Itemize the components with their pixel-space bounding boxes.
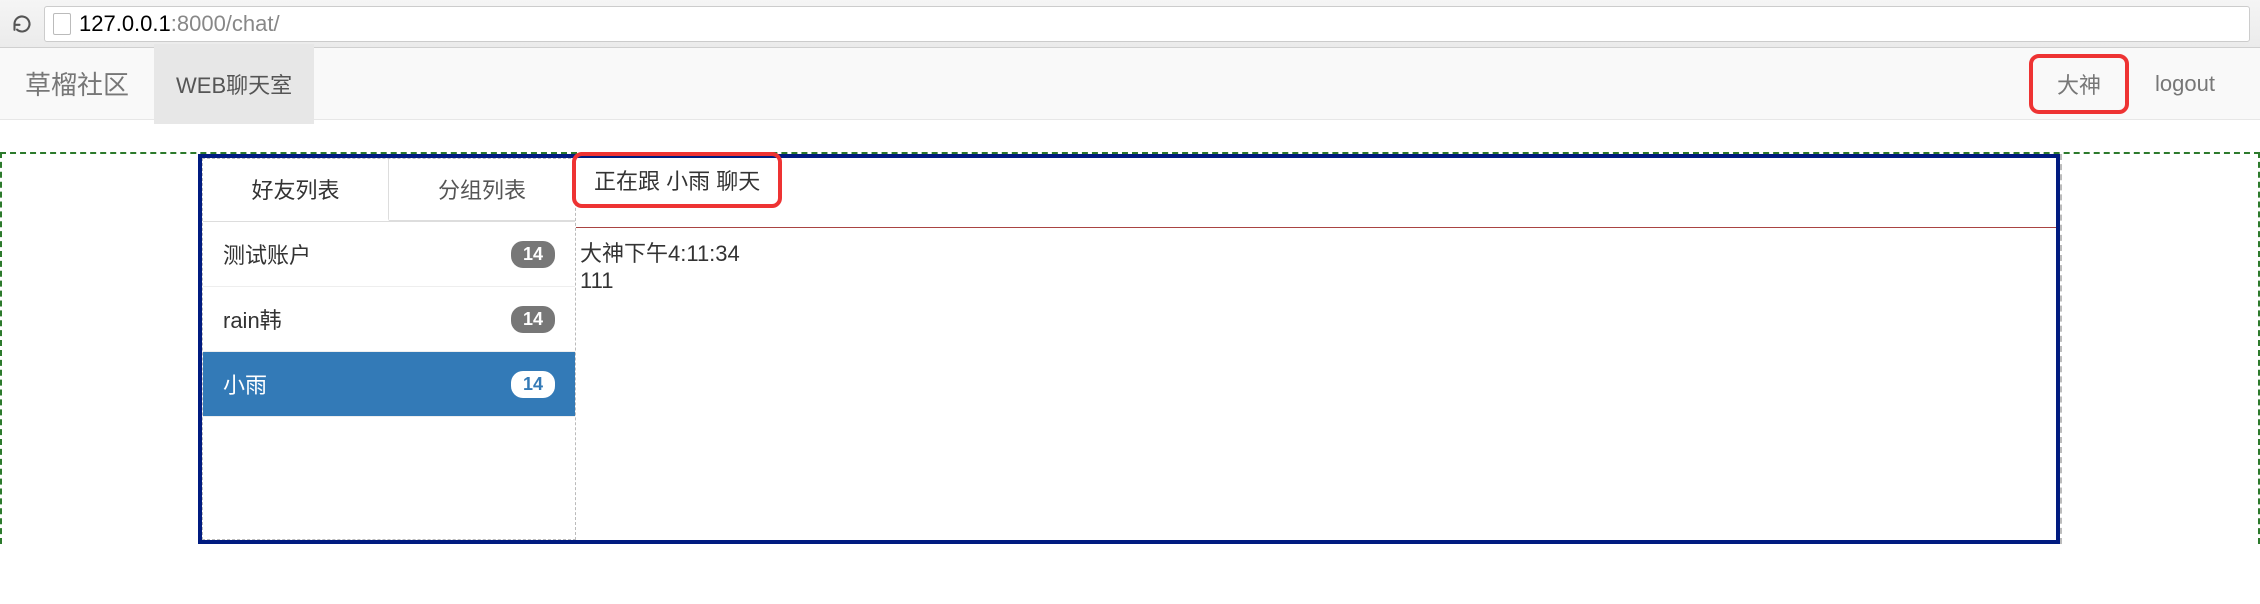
message-text: 111 [580, 268, 2052, 294]
friend-badge: 14 [511, 241, 555, 268]
friend-badge: 14 [511, 371, 555, 398]
divider [2060, 154, 2062, 544]
tab-friends[interactable]: 好友列表 [203, 159, 389, 221]
friend-name: 测试账户 [223, 238, 311, 270]
url-host: 127.0.0.1 [79, 11, 171, 36]
page-icon [53, 13, 71, 35]
navbar: 草榴社区 WEB聊天室 大神 logout [0, 48, 2260, 120]
tab-groups[interactable]: 分组列表 [389, 159, 575, 221]
reload-icon[interactable] [10, 12, 34, 36]
chat-body: 大神下午4:11:34 111 [576, 228, 2056, 540]
message-meta: 大神下午4:11:34 [580, 236, 2052, 268]
friend-row[interactable]: 测试账户 14 [203, 222, 575, 287]
friend-name: rain韩 [223, 303, 282, 335]
friend-badge: 14 [511, 306, 555, 333]
browser-toolbar: 127.0.0.1:8000/chat/ [0, 0, 2260, 48]
friend-row[interactable]: rain韩 14 [203, 287, 575, 352]
chat-header: 正在跟 小雨 聊天 [576, 158, 2056, 228]
chat-with-label: 正在跟 小雨 聊天 [572, 152, 782, 208]
chat-container: 好友列表 分组列表 测试账户 14 rain韩 14 小雨 14 正在跟 小雨 … [0, 152, 2260, 544]
chat-area: 正在跟 小雨 聊天 大神下午4:11:34 111 [576, 158, 2056, 540]
brand[interactable]: 草榴社区 [25, 65, 129, 102]
chat-frame: 好友列表 分组列表 测试账户 14 rain韩 14 小雨 14 正在跟 小雨 … [198, 154, 2060, 544]
sidebar-tabs: 好友列表 分组列表 [203, 159, 575, 222]
nav-user[interactable]: 大神 [2029, 54, 2129, 114]
nav-chatroom[interactable]: WEB聊天室 [154, 44, 314, 124]
sidebar: 好友列表 分组列表 测试账户 14 rain韩 14 小雨 14 [202, 158, 576, 540]
url-bar[interactable]: 127.0.0.1:8000/chat/ [44, 6, 2250, 42]
friend-row[interactable]: 小雨 14 [203, 352, 575, 417]
friend-name: 小雨 [223, 368, 267, 400]
nav-logout[interactable]: logout [2135, 71, 2235, 97]
url-path: :8000/chat/ [171, 11, 280, 36]
